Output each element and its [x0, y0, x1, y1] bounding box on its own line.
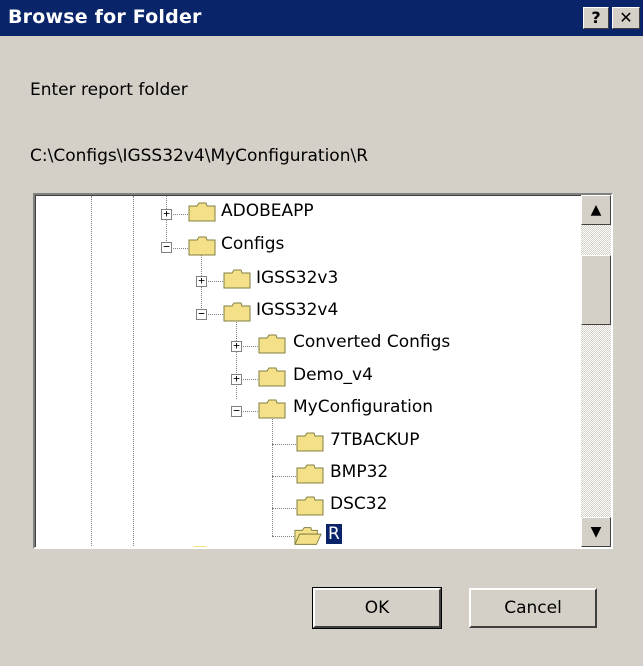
ok-button[interactable]: OK [312, 587, 442, 629]
tree-item-7tbackup[interactable]: 7TBACKUP [330, 430, 419, 450]
folder-icon [296, 496, 324, 516]
tree-item-adobeapp[interactable]: ADOBEAPP [221, 201, 314, 221]
scroll-up-button[interactable]: ▲ [581, 195, 611, 225]
folder-icon [188, 236, 216, 256]
help-button[interactable]: ? [583, 7, 609, 29]
tree-item-myconfiguration[interactable]: MyConfiguration [293, 397, 433, 417]
title-bar[interactable]: Browse for Folder ? ✕ [0, 0, 643, 36]
folder-icon [223, 269, 251, 289]
expand-toggle[interactable]: + [196, 275, 207, 287]
window-title: Browse for Folder [8, 6, 202, 28]
tree-item-converted-configs[interactable]: Converted Configs [293, 332, 450, 352]
folder-icon [296, 464, 324, 484]
tree-item-demo-v4[interactable]: Demo_v4 [293, 365, 373, 385]
expand-toggle[interactable]: + [231, 373, 242, 385]
folder-icon [258, 334, 286, 354]
expand-toggle[interactable]: + [231, 340, 242, 352]
scroll-down-button[interactable]: ▼ [581, 517, 611, 547]
expand-toggle[interactable]: + [161, 208, 172, 220]
tree-item-dsc32[interactable]: DSC32 [330, 494, 387, 514]
tree-item-bmp32[interactable]: BMP32 [330, 462, 388, 482]
browse-for-folder-dialog: Browse for Folder ? ✕ Enter report folde… [0, 0, 643, 666]
tree-item-igss32v3[interactable]: IGSS32v3 [256, 268, 338, 288]
prompt-label: Enter report folder [30, 80, 188, 100]
tree-item-configs[interactable]: Configs [221, 234, 284, 254]
folder-icon [296, 432, 324, 452]
folder-icon [258, 367, 286, 387]
tree-guide-line [91, 196, 92, 547]
tree-guide-line [133, 196, 134, 547]
tree-item-r-selected[interactable]: R [325, 523, 343, 545]
collapse-toggle[interactable]: − [161, 241, 172, 253]
folder-tree[interactable]: + ADOBEAPP − Configs + IGSS32v3 − IGSS32… [33, 193, 613, 549]
vertical-scrollbar[interactable]: ▲ ▼ [581, 195, 611, 547]
partial-folder-icon [194, 546, 206, 547]
tree-view[interactable]: + ADOBEAPP − Configs + IGSS32v3 − IGSS32… [35, 195, 581, 547]
folder-icon [258, 399, 286, 419]
tree-guide-line [272, 411, 273, 536]
tree-item-igss32v4[interactable]: IGSS32v4 [256, 300, 338, 320]
close-button[interactable]: ✕ [612, 7, 640, 29]
tree-guide-line [236, 314, 237, 399]
selected-path: C:\Configs\IGSS32v4\MyConfiguration\R [30, 146, 369, 166]
folder-icon [188, 202, 216, 222]
collapse-toggle[interactable]: − [231, 405, 242, 417]
collapse-toggle[interactable]: − [196, 308, 207, 320]
folder-icon [223, 302, 251, 322]
scroll-thumb[interactable] [581, 255, 611, 325]
open-folder-icon [294, 527, 322, 545]
cancel-button[interactable]: Cancel [469, 588, 597, 628]
